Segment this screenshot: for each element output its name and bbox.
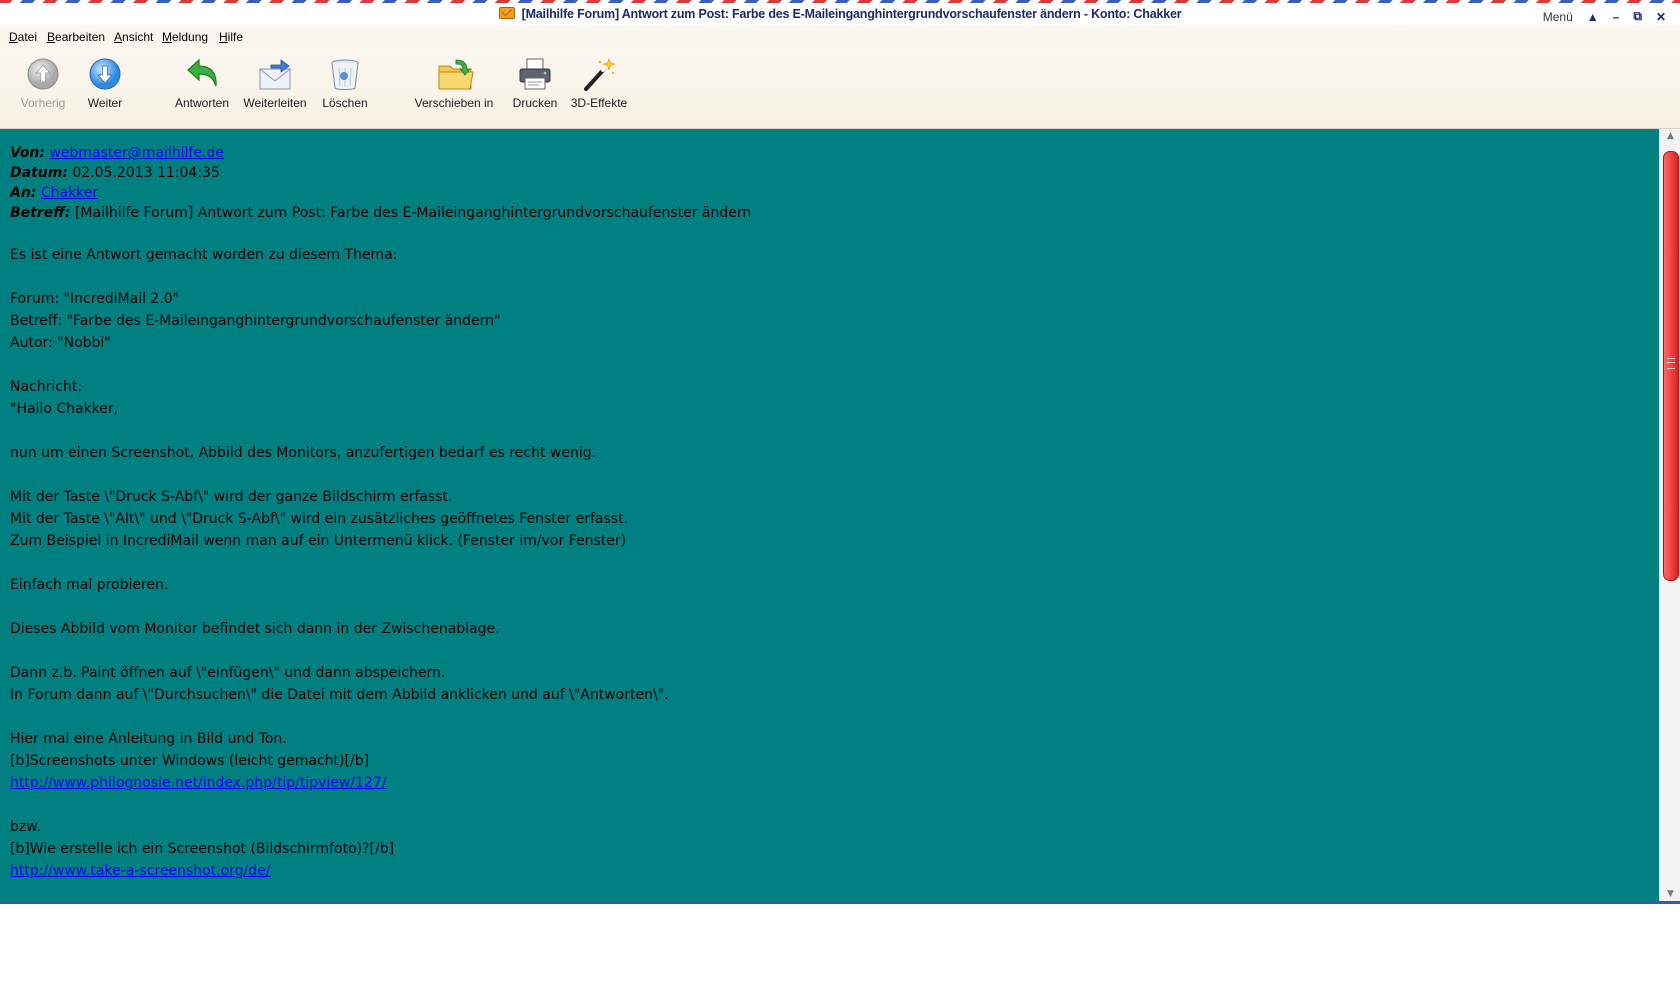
menu-ansicht[interactable]: Ansicht <box>114 30 153 44</box>
print-button[interactable]: Drucken <box>510 56 560 110</box>
body-line: Es ist eine Antwort gemacht worden zu di… <box>10 247 398 263</box>
move-to-label: Verschieben in <box>414 96 494 110</box>
window-title: [Mailhilfe Forum] Antwort zum Post: Farb… <box>521 7 1182 21</box>
body-line: Forum: "IncrediMail 2.0" <box>10 291 180 307</box>
body-line: Autor: "Nobbi" <box>10 335 111 351</box>
menu-bearbeiten[interactable]: Bearbeiten <box>47 30 105 44</box>
body-line: Nachricht: <box>10 379 83 395</box>
header-to: An: Chakker <box>10 183 1650 203</box>
subject-value: [Mailhilfe Forum] Antwort zum Post: Farb… <box>74 205 752 221</box>
forward-button[interactable]: Weiterleiten <box>240 56 310 110</box>
collapse-icon[interactable]: ▲ <box>1587 10 1599 24</box>
previous-arrow-icon <box>25 56 61 92</box>
next-button[interactable]: Weiter <box>82 56 128 110</box>
minimize-icon[interactable]: – <box>1613 10 1620 24</box>
link-line: http://www.take-a-screenshot.org/de/ <box>10 860 1650 882</box>
body-line: Zum Beispiel in IncrediMail wenn man auf… <box>10 533 627 549</box>
forward-label: Weiterleiten <box>243 96 307 110</box>
take-a-screenshot-link[interactable]: http://www.take-a-screenshot.org/de/ <box>10 863 270 879</box>
body-line: [b]Screenshots unter Windows (leicht gem… <box>10 753 370 769</box>
next-label: Weiter <box>87 96 123 110</box>
3d-effects-button[interactable]: 3D-Effekte <box>568 56 630 110</box>
link-line: http://www.philognosie.net/index.php/tip… <box>10 772 1650 794</box>
body-line: Dann z.b. Paint öffnen auf \"einfügen\" … <box>10 665 446 681</box>
printer-icon <box>517 56 553 92</box>
title-bar: [Mailhilfe Forum] Antwort zum Post: Farb… <box>0 3 1680 25</box>
menu-datei[interactable]: Datei <box>9 30 37 44</box>
folder-move-icon <box>436 56 474 92</box>
body-line: Betreff: "Farbe des E-Maileinganghinterg… <box>10 313 501 329</box>
philognosie-link[interactable]: http://www.philognosie.net/index.php/tip… <box>10 775 387 791</box>
to-label: An: <box>10 185 37 201</box>
trash-icon <box>327 56 363 92</box>
body-line: bzw. <box>10 819 41 835</box>
header-from: Von: webmaster@mailhilfe.de <box>10 143 1650 163</box>
message-view: Von: webmaster@mailhilfe.de Datum: 02.05… <box>0 129 1659 901</box>
from-label: Von: <box>10 145 45 161</box>
thumb-grip <box>1667 358 1675 369</box>
scrollbar-thumb[interactable] <box>1663 151 1679 581</box>
to-link[interactable]: Chakker <box>41 185 98 201</box>
scroll-down-icon[interactable]: ▼ <box>1660 887 1680 901</box>
restore-icon[interactable]: ⧉ <box>1633 9 1642 24</box>
delete-button[interactable]: Löschen <box>320 56 370 110</box>
close-icon[interactable]: ✕ <box>1656 10 1666 24</box>
header-date: Datum: 02.05.2013 11:04:35 <box>10 163 1650 183</box>
body-line: nun um einen Screenshot, Abbild des Moni… <box>10 445 597 461</box>
body-line: "Hallo Chakker, <box>10 401 119 417</box>
menu-meldung[interactable]: Meldung <box>162 30 208 44</box>
menu-hilfe[interactable]: Hilfe <box>219 30 243 44</box>
subject-label: Betreff: <box>10 205 71 221</box>
move-to-button[interactable]: Verschieben in <box>412 56 496 110</box>
header-subject: Betreff: [Mailhilfe Forum] Antwort zum P… <box>10 203 1650 223</box>
message-body: Es ist eine Antwort gemacht worden zu di… <box>10 244 1650 882</box>
previous-label: Vorherig <box>20 96 66 110</box>
pane-divider <box>0 901 1680 904</box>
print-label: Drucken <box>512 96 558 110</box>
message-content: Von: webmaster@mailhilfe.de Datum: 02.05… <box>10 143 1650 882</box>
from-link[interactable]: webmaster@mailhilfe.de <box>49 145 223 161</box>
vertical-scrollbar[interactable]: ▲ ▼ <box>1659 129 1680 901</box>
body-line: Hier mal eine Anleitung in Bild und Ton. <box>10 731 287 747</box>
delete-label: Löschen <box>322 96 368 110</box>
toolbar: Vorherig Weiter Antworten Weiterleiten L… <box>0 48 1680 129</box>
date-label: Datum: <box>10 165 68 181</box>
3d-effects-label: 3D-Effekte <box>570 96 628 110</box>
envelope-icon <box>498 7 515 19</box>
window-controls: Menü ▲ – ⧉ ✕ <box>1543 9 1666 24</box>
reply-button[interactable]: Antworten <box>172 56 232 110</box>
body-line: Mit der Taste \"Druck S-Abf\" wird der g… <box>10 489 453 505</box>
body-line: In Forum dann auf \"Durchsuchen\" die Da… <box>10 687 669 703</box>
window-title-wrap: [Mailhilfe Forum] Antwort zum Post: Farb… <box>0 7 1680 21</box>
reply-arrow-icon <box>184 56 220 92</box>
next-arrow-icon <box>87 56 123 92</box>
body-line: [b]Wie erstelle ich ein Screenshot (Bild… <box>10 841 395 857</box>
menu-bar: Datei Bearbeiten Ansicht Meldung Hilfe <box>0 26 1680 48</box>
body-line: Einfach mal probieren. <box>10 577 169 593</box>
date-value: 02.05.2013 11:04:35 <box>72 165 220 181</box>
reply-label: Antworten <box>174 96 230 110</box>
body-line: Dieses Abbild vom Monitor befindet sich … <box>10 621 500 637</box>
scroll-up-icon[interactable]: ▲ <box>1660 129 1680 143</box>
menu-button[interactable]: Menü <box>1543 10 1573 24</box>
body-line: Mit der Taste \"Alt\" und \"Druck S-Abf\… <box>10 511 629 527</box>
forward-envelope-icon <box>257 56 293 92</box>
magic-wand-icon <box>581 56 617 92</box>
previous-button[interactable]: Vorherig <box>18 56 68 110</box>
